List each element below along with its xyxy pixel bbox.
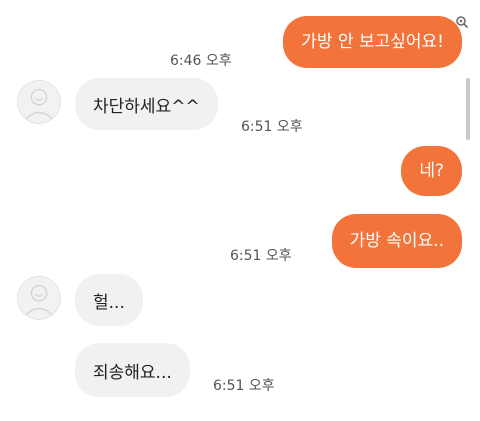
outgoing-message-bubble[interactable]: 가방 속이요.. <box>331 214 462 268</box>
outgoing-message-bubble[interactable]: 가방 안 보고싶어요! <box>283 16 462 68</box>
avatar-placeholder-icon <box>18 277 60 319</box>
incoming-message-bubble[interactable]: 헐... <box>75 274 143 326</box>
message-timestamp: 6:51 오후 <box>230 248 292 264</box>
outgoing-message-bubble[interactable]: 네? <box>401 146 462 196</box>
message-text: 네? <box>419 160 444 181</box>
message-timestamp: 6:51 오후 <box>213 378 275 394</box>
message-text: 차단하세요^^ <box>93 96 200 117</box>
avatar-placeholder-icon <box>18 81 60 123</box>
incoming-message-bubble[interactable]: 죄송해요... <box>75 343 190 397</box>
message-timestamp: 6:51 오후 <box>241 119 303 135</box>
scrollbar[interactable] <box>466 78 470 140</box>
message-timestamp: 6:46 오후 <box>170 53 232 69</box>
avatar[interactable] <box>17 80 61 124</box>
message-text: 가방 안 보고싶어요! <box>301 31 444 52</box>
incoming-message-bubble[interactable]: 차단하세요^^ <box>75 78 218 130</box>
message-text: 죄송해요... <box>93 362 172 383</box>
message-text: 헐... <box>93 292 125 313</box>
avatar[interactable] <box>17 276 61 320</box>
message-text: 가방 속이요.. <box>349 230 444 251</box>
